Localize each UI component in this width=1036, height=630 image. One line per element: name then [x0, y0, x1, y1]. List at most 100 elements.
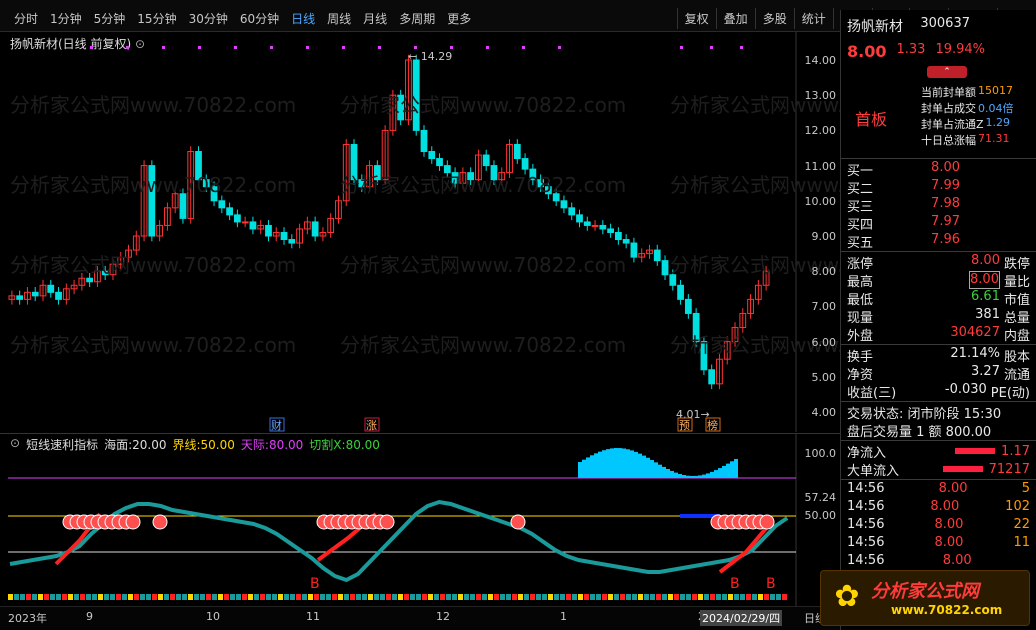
- volume-bar: [634, 451, 638, 478]
- tab-period-7[interactable]: 周线: [321, 8, 357, 29]
- site-logo: ✿ 分析家公式网 www.70822.com: [820, 570, 1030, 626]
- candlestick-chart[interactable]: 扬帆新材(日线 前复权) ⊙ ← 14.29 4.01→ 财涨预榜分析家公式网www…: [0, 32, 840, 432]
- signal-strip-cell: [302, 594, 307, 600]
- volume-bar: [702, 474, 706, 478]
- signal-strip-cell: [746, 594, 751, 600]
- fund-flow: 净流入 1.17 大单流入 71217: [841, 442, 1036, 480]
- collapse-arrow-button[interactable]: ⌃: [927, 66, 967, 78]
- date-label: 11: [306, 610, 320, 623]
- tool-button-0[interactable]: 复权: [676, 8, 716, 29]
- cursor-date: 2024/02/29/四: [700, 610, 783, 626]
- tool-button-1[interactable]: 叠加: [715, 8, 755, 29]
- bid-row: 买二 7.99: [841, 178, 1036, 197]
- signal-strip-cell: [308, 594, 313, 600]
- signal-strip-cell: [590, 594, 595, 600]
- signal-strip-cell: [752, 594, 757, 600]
- signal-strip-cell: [614, 594, 619, 600]
- volume-bar: [590, 455, 594, 478]
- signal-strip-cell: [704, 594, 709, 600]
- tab-period-10[interactable]: 更多: [441, 8, 477, 29]
- signal-strip-cell: [434, 594, 439, 600]
- tick-volume: 102: [1005, 499, 1030, 514]
- signal-strip-cell: [272, 594, 277, 600]
- tick-list: 14:56 8.00 5 14:56 8.00 102 14:56 8.00 22 14:56 8.…: [841, 481, 1036, 571]
- tab-period-0[interactable]: 分时: [8, 8, 44, 29]
- indicator-panel[interactable]: ⊙ 短线速利指标 海面:20.00 界线:50.00 天际:80.00 切割X:80.…: [0, 433, 840, 610]
- price-tick-label: 9.00: [811, 230, 837, 243]
- tab-period-3[interactable]: 15分钟: [131, 8, 182, 29]
- signal-strip-cell: [260, 594, 265, 600]
- candle-body: [576, 214, 583, 223]
- signal-strip-cell: [176, 594, 181, 600]
- tab-period-6[interactable]: 日线: [285, 8, 321, 29]
- tab-period-9[interactable]: 多周期: [393, 8, 441, 29]
- signal-strip-cell: [80, 594, 85, 600]
- tab-period-4[interactable]: 30分钟: [183, 8, 234, 29]
- candle-body: [591, 224, 599, 227]
- stat-label: 换手: [847, 350, 874, 365]
- info-label: 封单占流通Z: [921, 118, 984, 131]
- candle-body: [31, 291, 39, 297]
- candle-body: [16, 295, 24, 300]
- bid-row: 买四 7.97: [841, 214, 1036, 233]
- signal-strip-cell: [596, 594, 601, 600]
- signal-strip-cell: [668, 594, 673, 600]
- signal-strip-cell: [98, 594, 103, 600]
- tool-button-2[interactable]: 多股: [754, 8, 794, 29]
- price-axis: 14.00 13.00 12.00 11.00 10.00 9.00 8.00 7.00 6.0…: [796, 32, 840, 432]
- signal-strip-cell: [170, 594, 175, 600]
- info-label: 封单占成交: [921, 102, 976, 115]
- volume-bar: [682, 475, 686, 478]
- volume-bar: [674, 472, 678, 478]
- signal-strip-cell: [608, 594, 613, 600]
- signal-strip-cell: [362, 594, 367, 600]
- bid-label: 买三: [847, 200, 874, 215]
- logo-url: www.70822.com: [891, 603, 1003, 617]
- volume-bar: [714, 470, 718, 478]
- candle-body: [677, 284, 684, 300]
- bid-price: 7.98: [931, 196, 960, 211]
- event-tag: 榜: [707, 418, 718, 432]
- signal-strip-cell: [458, 594, 463, 600]
- signal-strip-cell: [536, 594, 541, 600]
- candle-body: [86, 277, 94, 283]
- watermark-text: 分析家公式网www.70822.com: [340, 333, 626, 357]
- stat-label: 现量: [847, 311, 874, 326]
- signal-strip-cell: [662, 594, 667, 600]
- watermark-text: 分析家公式网www.70822.com: [340, 253, 626, 277]
- signal-dot: [486, 46, 489, 49]
- signal-pearl: [125, 514, 141, 530]
- tool-button-3[interactable]: 统计: [793, 8, 833, 29]
- tab-period-1[interactable]: 1分钟: [44, 8, 88, 29]
- stat-value: 8.00: [971, 253, 1000, 268]
- signal-strip-cell: [698, 594, 703, 600]
- tick-time: 14:56: [847, 553, 885, 568]
- volume-bar: [622, 448, 626, 478]
- tick-price: 8.00: [938, 481, 968, 496]
- signal-strip-cell: [446, 594, 451, 600]
- signal-strip-cell: [674, 594, 679, 600]
- stat-label-2: 总量: [1003, 311, 1030, 326]
- signal-strip-cell: [284, 594, 289, 600]
- volume-bar: [626, 449, 630, 478]
- signal-strip-cell: [758, 594, 763, 600]
- signal-strip-cell: [566, 594, 571, 600]
- signal-dot: [90, 46, 93, 49]
- signal-strip-cell: [278, 594, 283, 600]
- signal-strip-cell: [488, 594, 493, 600]
- volume-bar: [722, 465, 726, 478]
- signal-strip-cell: [254, 594, 259, 600]
- signal-dot: [740, 46, 743, 49]
- tick-row: 14:56 8.00 22: [841, 517, 1036, 535]
- tab-period-2[interactable]: 5分钟: [88, 8, 132, 29]
- flow-right: 71217: [942, 460, 1030, 478]
- signal-strip-cell: [626, 594, 631, 600]
- oscillator-up-segment: [718, 524, 770, 574]
- stat-value: 3.27: [971, 364, 1000, 379]
- tab-period-5[interactable]: 60分钟: [234, 8, 285, 29]
- stat-label: 最高: [847, 275, 874, 290]
- bid-row: 买三 7.98: [841, 196, 1036, 215]
- signal-dot: [126, 46, 129, 49]
- signal-strip-cell: [620, 594, 625, 600]
- tab-period-8[interactable]: 月线: [357, 8, 393, 29]
